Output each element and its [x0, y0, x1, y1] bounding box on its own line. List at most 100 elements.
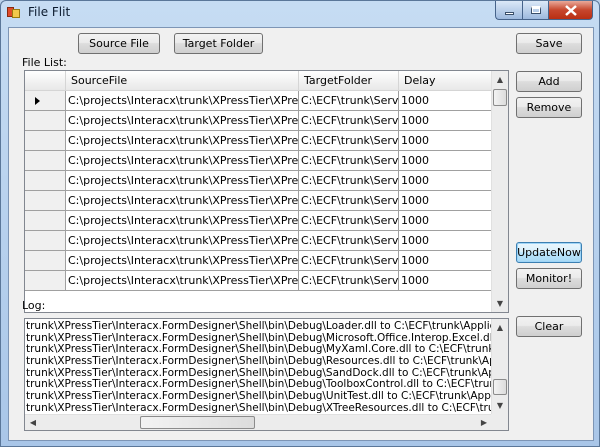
- row-header[interactable]: [25, 211, 66, 231]
- minimize-button[interactable]: [495, 1, 522, 20]
- scroll-up-icon[interactable]: ▲: [492, 71, 508, 88]
- target-folder-cell[interactable]: C:\ECF\trunk\Server: [299, 131, 399, 151]
- target-folder-cell[interactable]: C:\ECF\trunk\Server: [299, 171, 399, 191]
- row-header[interactable]: [25, 251, 66, 271]
- target-folder-cell[interactable]: C:\ECF\trunk\Server: [299, 231, 399, 251]
- target-folder-button[interactable]: Target Folder: [174, 33, 263, 54]
- grid-header: SourceFile TargetFolder Delay: [25, 71, 494, 91]
- table-row[interactable]: C:\projects\Interacx\trunk\XPressTier\XP…: [25, 111, 494, 131]
- log-horizontal-scrollbar[interactable]: ◀ ▶: [25, 414, 492, 430]
- table-row[interactable]: C:\projects\Interacx\trunk\XPressTier\XP…: [25, 151, 494, 171]
- table-row[interactable]: C:\projects\Interacx\trunk\XPressTier\XP…: [25, 251, 494, 271]
- delay-cell[interactable]: 1000: [399, 191, 494, 211]
- add-button[interactable]: Add: [516, 71, 582, 92]
- delay-cell[interactable]: 1000: [399, 91, 494, 111]
- scroll-down-icon[interactable]: ▼: [492, 295, 508, 312]
- row-pointer-icon: [35, 97, 40, 105]
- table-row[interactable]: C:\projects\Interacx\trunk\XPressTier\XP…: [25, 271, 494, 291]
- grid-corner-header: [25, 71, 66, 91]
- window-title: File Flit: [28, 5, 71, 19]
- source-file-cell[interactable]: C:\projects\Interacx\trunk\XPressTier\XP…: [66, 111, 299, 131]
- caption-buttons: [495, 1, 593, 20]
- target-folder-cell[interactable]: C:\ECF\trunk\Server: [299, 111, 399, 131]
- source-file-cell[interactable]: C:\projects\Interacx\trunk\XPressTier\XP…: [66, 151, 299, 171]
- column-header-targetfolder[interactable]: TargetFolder: [299, 71, 399, 91]
- source-file-button[interactable]: Source File: [78, 33, 160, 54]
- source-file-cell[interactable]: C:\projects\Interacx\trunk\XPressTier\XP…: [66, 91, 299, 111]
- delay-cell[interactable]: 1000: [399, 111, 494, 131]
- table-row[interactable]: C:\projects\Interacx\trunk\XPressTier\XP…: [25, 131, 494, 151]
- log-line: trunk\XPressTier\Interacx.FormDesigner\S…: [26, 367, 492, 379]
- source-file-cell[interactable]: C:\projects\Interacx\trunk\XPressTier\XP…: [66, 271, 299, 291]
- source-file-cell[interactable]: C:\projects\Interacx\trunk\XPressTier\XP…: [66, 211, 299, 231]
- target-folder-cell[interactable]: C:\ECF\trunk\Server: [299, 271, 399, 291]
- row-header[interactable]: [25, 111, 66, 131]
- source-file-cell[interactable]: C:\projects\Interacx\trunk\XPressTier\XP…: [66, 191, 299, 211]
- log-line: trunk\XPressTier\Interacx.FormDesigner\S…: [26, 379, 492, 391]
- delay-cell[interactable]: 1000: [399, 171, 494, 191]
- close-button[interactable]: [548, 1, 593, 20]
- delay-cell[interactable]: 1000: [399, 151, 494, 171]
- delay-cell[interactable]: 1000: [399, 251, 494, 271]
- table-row[interactable]: C:\projects\Interacx\trunk\XPressTier\XP…: [25, 191, 494, 211]
- delay-cell[interactable]: 1000: [399, 131, 494, 151]
- client-area: Source File Target Folder Save File List…: [8, 27, 594, 441]
- source-file-cell[interactable]: C:\projects\Interacx\trunk\XPressTier\XP…: [66, 171, 299, 191]
- title-bar[interactable]: File Flit: [1, 1, 599, 25]
- scroll-thumb[interactable]: [493, 379, 507, 395]
- target-folder-cell[interactable]: C:\ECF\trunk\Server: [299, 211, 399, 231]
- table-row[interactable]: C:\projects\Interacx\trunk\XPressTier\XP…: [25, 211, 494, 231]
- log-line: trunk\XPressTier\Interacx.FormDesigner\S…: [26, 402, 492, 414]
- target-folder-cell[interactable]: C:\ECF\trunk\Server: [299, 91, 399, 111]
- target-folder-cell[interactable]: C:\ECF\trunk\Server: [299, 191, 399, 211]
- row-header[interactable]: [25, 151, 66, 171]
- row-header[interactable]: [25, 171, 66, 191]
- app-icon: [7, 6, 21, 19]
- target-folder-cell[interactable]: C:\ECF\trunk\Server: [299, 151, 399, 171]
- table-row[interactable]: C:\projects\Interacx\trunk\XPressTier\XP…: [25, 171, 494, 191]
- row-header[interactable]: [25, 231, 66, 251]
- table-row[interactable]: C:\projects\Interacx\trunk\XPressTier\XP…: [25, 91, 494, 111]
- monitor-button[interactable]: Monitor!: [516, 268, 582, 289]
- log-vertical-scrollbar[interactable]: ▲ ▼: [491, 319, 508, 414]
- update-now-button[interactable]: UpdateNow: [516, 242, 582, 263]
- app-window: File Flit Source File Target Folder Save…: [0, 0, 600, 447]
- log-line: trunk\XPressTier\Interacx.FormDesigner\S…: [26, 332, 492, 344]
- scroll-down-icon[interactable]: ▼: [492, 397, 508, 414]
- scroll-up-icon[interactable]: ▲: [492, 319, 508, 336]
- column-header-sourcefile[interactable]: SourceFile: [66, 71, 299, 91]
- row-header[interactable]: [25, 91, 66, 111]
- row-header[interactable]: [25, 131, 66, 151]
- table-row[interactable]: C:\projects\Interacx\trunk\XPressTier\XP…: [25, 231, 494, 251]
- clear-button[interactable]: Clear: [516, 316, 582, 337]
- save-button[interactable]: Save: [516, 33, 582, 54]
- minimize-icon: [504, 11, 514, 15]
- log-line: trunk\XPressTier\Interacx.FormDesigner\S…: [26, 391, 492, 403]
- close-icon: [564, 4, 577, 16]
- source-file-cell[interactable]: C:\projects\Interacx\trunk\XPressTier\XP…: [66, 231, 299, 251]
- scroll-thumb[interactable]: [140, 416, 255, 429]
- log-textbox[interactable]: trunk\XPressTier\Interacx.FormDesigner\S…: [24, 318, 509, 431]
- file-list-grid[interactable]: SourceFile TargetFolder Delay C:\project…: [24, 70, 509, 313]
- target-folder-cell[interactable]: C:\ECF\trunk\Server: [299, 251, 399, 271]
- scroll-right-icon[interactable]: ▶: [476, 415, 492, 430]
- maximize-button[interactable]: [522, 1, 548, 20]
- delay-cell[interactable]: 1000: [399, 271, 494, 291]
- grid-vertical-scrollbar[interactable]: ▲ ▼: [491, 71, 508, 312]
- delay-cell[interactable]: 1000: [399, 211, 494, 231]
- maximize-icon: [530, 6, 541, 14]
- log-label: Log:: [22, 299, 46, 312]
- column-header-delay[interactable]: Delay: [399, 71, 494, 91]
- delay-cell[interactable]: 1000: [399, 231, 494, 251]
- scroll-thumb[interactable]: [493, 89, 507, 106]
- row-header[interactable]: [25, 191, 66, 211]
- log-line: trunk\XPressTier\Interacx.FormDesigner\S…: [26, 356, 492, 368]
- source-file-cell[interactable]: C:\projects\Interacx\trunk\XPressTier\XP…: [66, 251, 299, 271]
- source-file-cell[interactable]: C:\projects\Interacx\trunk\XPressTier\XP…: [66, 131, 299, 151]
- remove-button[interactable]: Remove: [516, 97, 582, 118]
- scroll-left-icon[interactable]: ◀: [25, 415, 41, 430]
- row-header[interactable]: [25, 271, 66, 291]
- log-line: trunk\XPressTier\Interacx.FormDesigner\S…: [26, 321, 492, 332]
- scroll-corner: [491, 414, 508, 430]
- file-list-label: File List:: [22, 56, 67, 69]
